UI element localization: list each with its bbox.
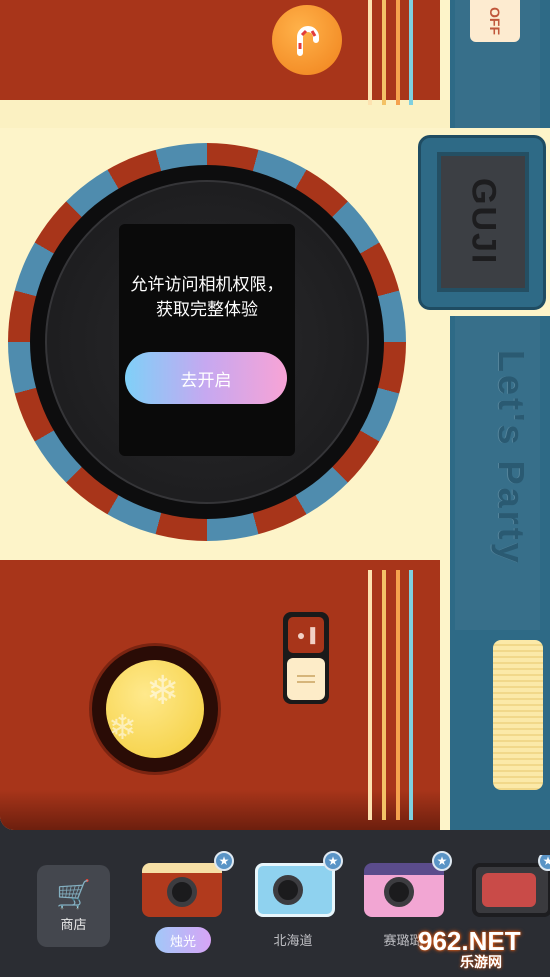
permission-message-line: 允许访问相机权限，: [130, 275, 284, 294]
bottom-stripe: [396, 570, 400, 820]
camera-lens-icon: [273, 875, 303, 905]
shop-button[interactable]: 🛒 商店: [37, 865, 110, 947]
permission-message: 允许访问相机权限， 获取完整体验: [119, 272, 295, 322]
camera-item-hokkaido[interactable]: ★: [255, 851, 343, 919]
bottom-stripe: [368, 570, 372, 820]
camera-lens-icon: [167, 877, 197, 907]
mode-switch-knob[interactable]: [287, 658, 325, 700]
star-badge-icon: ★: [214, 851, 234, 871]
strap-text: Let's Party: [491, 350, 532, 566]
top-stripe: [382, 0, 386, 105]
camera-label: 北海道: [273, 933, 313, 948]
camera-grip: [493, 640, 543, 790]
shopping-cart-icon: 🛒: [56, 878, 91, 910]
top-stripe: [368, 0, 372, 105]
mode-switch-indicator: ●▐: [288, 617, 324, 653]
brand-name: GUJI: [464, 178, 503, 266]
camera-bottom-shadow: [0, 790, 440, 830]
camera-item-celluloid[interactable]: ★: [364, 851, 452, 919]
candy-cane-icon[interactable]: [272, 5, 342, 75]
camera-top-panel: [0, 0, 440, 110]
permission-dialog: [119, 224, 295, 456]
bottom-stripe: [409, 570, 413, 820]
permission-message-line: 获取完整体验: [156, 300, 258, 319]
watermark-sub: 乐游网: [460, 954, 502, 970]
enable-permission-button[interactable]: 去开启: [125, 352, 287, 404]
star-badge-icon: ★: [432, 851, 452, 871]
top-stripe: [409, 0, 413, 105]
shutter-button[interactable]: ❄ ❄: [106, 660, 204, 758]
snowflake-icon: ❄: [146, 669, 180, 713]
bottom-stripe: [382, 570, 386, 820]
top-stripe: [396, 0, 400, 105]
snowflake-icon: ❄: [108, 709, 137, 747]
camera-item-fourth[interactable]: ★: [472, 855, 550, 919]
camera-item-candlelight[interactable]: ★: [142, 851, 234, 919]
camera-label-selected: 烛光: [155, 927, 211, 953]
brand-plate: GUJI: [437, 152, 529, 292]
camera-lens-icon: [384, 877, 414, 907]
off-switch-tag[interactable]: OFF: [470, 0, 520, 42]
shop-label: 商店: [60, 916, 87, 932]
star-badge-icon: ★: [323, 851, 343, 871]
camera-faceplate: [482, 873, 536, 907]
camera-stage: Let's Party OFF GUJI 允许访问相机权限， 获取完整体验 去开…: [0, 0, 550, 830]
